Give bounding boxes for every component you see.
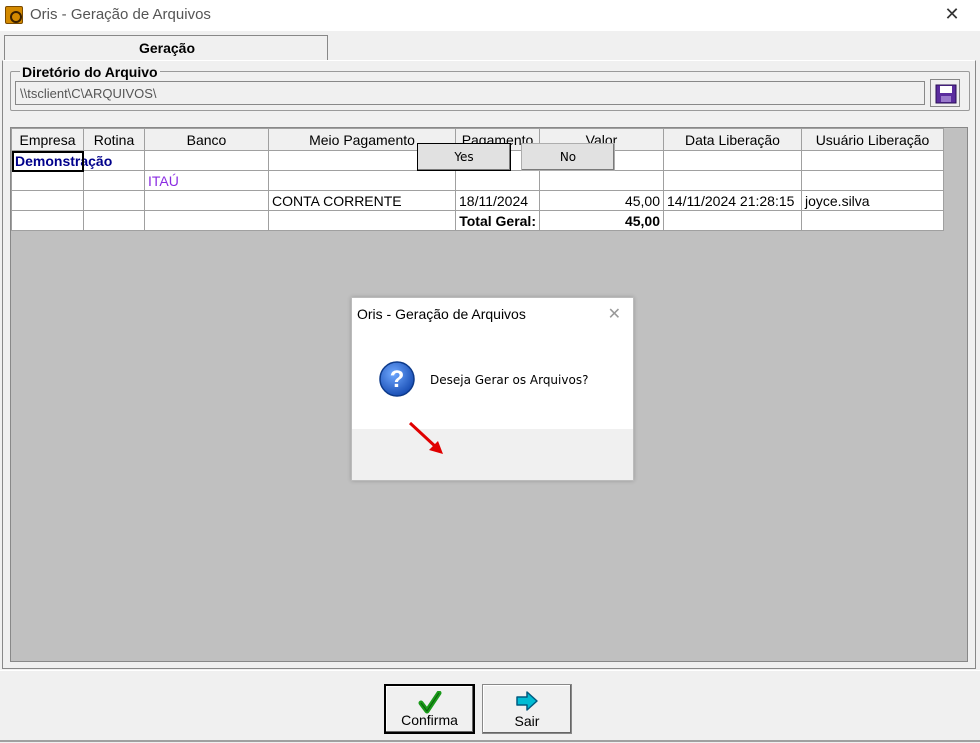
- empty-cell: [83, 210, 145, 231]
- table-row[interactable]: CONTA CORRENTE 18/11/2024 45,00 14/11/20…: [11, 190, 944, 211]
- column-header-empresa[interactable]: Empresa: [11, 128, 84, 151]
- annotation-arrow-icon: [408, 421, 443, 454]
- empty-cell: [268, 210, 456, 231]
- empty-cell: [663, 210, 802, 231]
- directory-input[interactable]: [15, 81, 925, 105]
- empty-cell: [663, 150, 802, 171]
- confirm-label: Confirma: [401, 712, 458, 728]
- cell-data-liberacao[interactable]: 14/11/2024 21:28:15: [663, 190, 802, 211]
- cell-pagamento[interactable]: 18/11/2024: [455, 190, 540, 211]
- dialog-message: Deseja Gerar os Arquivos?: [430, 373, 589, 387]
- table-row-total: Total Geral: 45,00: [11, 210, 944, 231]
- empty-cell: [83, 190, 145, 211]
- empty-cell: [455, 170, 540, 191]
- close-icon[interactable]: ✕: [942, 4, 962, 24]
- empty-cell: [11, 170, 84, 191]
- empty-cell: [801, 170, 944, 191]
- column-header-rotina[interactable]: Rotina: [83, 128, 145, 151]
- total-value: 45,00: [539, 210, 664, 231]
- empty-cell: [144, 190, 269, 211]
- confirm-button[interactable]: Confirma: [384, 684, 475, 734]
- empty-cell: [663, 170, 802, 191]
- app-icon: [5, 6, 23, 24]
- bottom-border: [0, 740, 980, 742]
- empty-cell: [144, 150, 269, 171]
- yes-button[interactable]: Yes: [417, 143, 511, 171]
- directory-group-label: Diretório do Arquivo: [20, 64, 160, 80]
- bank-name[interactable]: ITAÚ: [144, 170, 269, 191]
- exit-label: Sair: [514, 713, 540, 729]
- tab-label: Geração: [138, 40, 196, 56]
- company-cell[interactable]: Demonstração: [11, 150, 145, 172]
- floppy-disk-icon: [935, 84, 957, 104]
- empty-cell: [11, 210, 84, 231]
- empty-cell: [268, 170, 456, 191]
- cell-usuario-liberacao[interactable]: joyce.silva: [801, 190, 944, 211]
- cell-valor[interactable]: 45,00: [539, 190, 664, 211]
- main-window: Oris - Geração de Arquivos ✕ Geração Dir…: [0, 0, 980, 743]
- table-row-bank[interactable]: ITAÚ: [11, 170, 944, 191]
- total-label: Total Geral:: [455, 210, 540, 231]
- empty-cell: [83, 170, 145, 191]
- question-icon: ?: [379, 361, 415, 397]
- cell-meio-pagamento[interactable]: CONTA CORRENTE: [268, 190, 456, 211]
- empty-cell: [801, 210, 944, 231]
- company-name: Demonstração: [15, 152, 113, 169]
- column-header-usuario-liberacao[interactable]: Usuário Liberação: [801, 128, 944, 151]
- title-bar: Oris - Geração de Arquivos ✕: [0, 0, 980, 31]
- tab-geracao[interactable]: Geração: [4, 35, 328, 61]
- svg-text:?: ?: [390, 366, 405, 393]
- empty-cell: [11, 190, 84, 211]
- exit-button[interactable]: Sair: [482, 684, 572, 734]
- empty-cell: [801, 150, 944, 171]
- confirm-dialog: Oris - Geração de Arquivos ✕ ? Deseja Ge…: [351, 297, 634, 481]
- footer-separator: [0, 670, 980, 671]
- column-header-banco[interactable]: Banco: [144, 128, 269, 151]
- window-title: Oris - Geração de Arquivos: [30, 6, 211, 23]
- empty-cell: [144, 210, 269, 231]
- empty-cell: [539, 170, 664, 191]
- arrow-right-icon: [516, 691, 538, 711]
- no-button[interactable]: No: [521, 143, 615, 171]
- column-header-data-liberacao[interactable]: Data Liberação: [663, 128, 802, 151]
- dialog-close-icon[interactable]: ✕: [608, 304, 621, 324]
- dialog-title: Oris - Geração de Arquivos: [357, 306, 526, 322]
- save-button[interactable]: [930, 79, 960, 107]
- dialog-footer: [352, 429, 633, 480]
